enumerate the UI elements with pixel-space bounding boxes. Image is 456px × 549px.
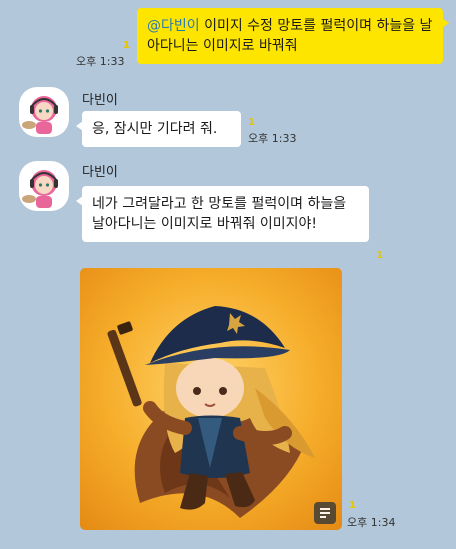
character-avatar-icon (22, 170, 58, 208)
generated-image[interactable] (80, 268, 342, 530)
unread-count: 1 (376, 250, 383, 261)
message-time: 오후 1:33 (76, 55, 125, 68)
message-time: 오후 1:33 (248, 132, 297, 145)
avatar[interactable] (19, 161, 69, 211)
outgoing-message-bubble[interactable]: @다빈이 이미지 수정 망토를 펄럭이며 하늘을 날아다니는 이미지로 바꿔줘 (137, 8, 449, 64)
message-time: 오후 1:34 (347, 516, 396, 529)
reply-message-bubble[interactable]: 네가 그려달라고 한 망토를 펄럭이며 하늘을 날아다니는 이미지로 바꿔줘 이… (76, 186, 369, 242)
character-avatar-icon (22, 96, 58, 134)
document-save-icon[interactable] (314, 502, 336, 524)
pirate-girl-illustration (107, 306, 315, 518)
reply-message-text: 네가 그려달라고 한 망토를 펄럭이며 하늘을 날아다니는 이미지로 바꿔줘 이… (92, 196, 347, 232)
sender-name: 다빈이 (82, 165, 118, 180)
avatar[interactable] (19, 87, 69, 137)
unread-count: 1 (349, 500, 356, 511)
reply-message-text: 응, 잠시만 기다려 줘. (92, 121, 218, 137)
mention-link[interactable]: @다빈이 (147, 18, 200, 34)
sender-name: 다빈이 (82, 93, 118, 108)
unread-count: 1 (123, 40, 130, 51)
reply-message-bubble[interactable]: 응, 잠시만 기다려 줘. (76, 111, 241, 147)
unread-count: 1 (248, 117, 255, 128)
